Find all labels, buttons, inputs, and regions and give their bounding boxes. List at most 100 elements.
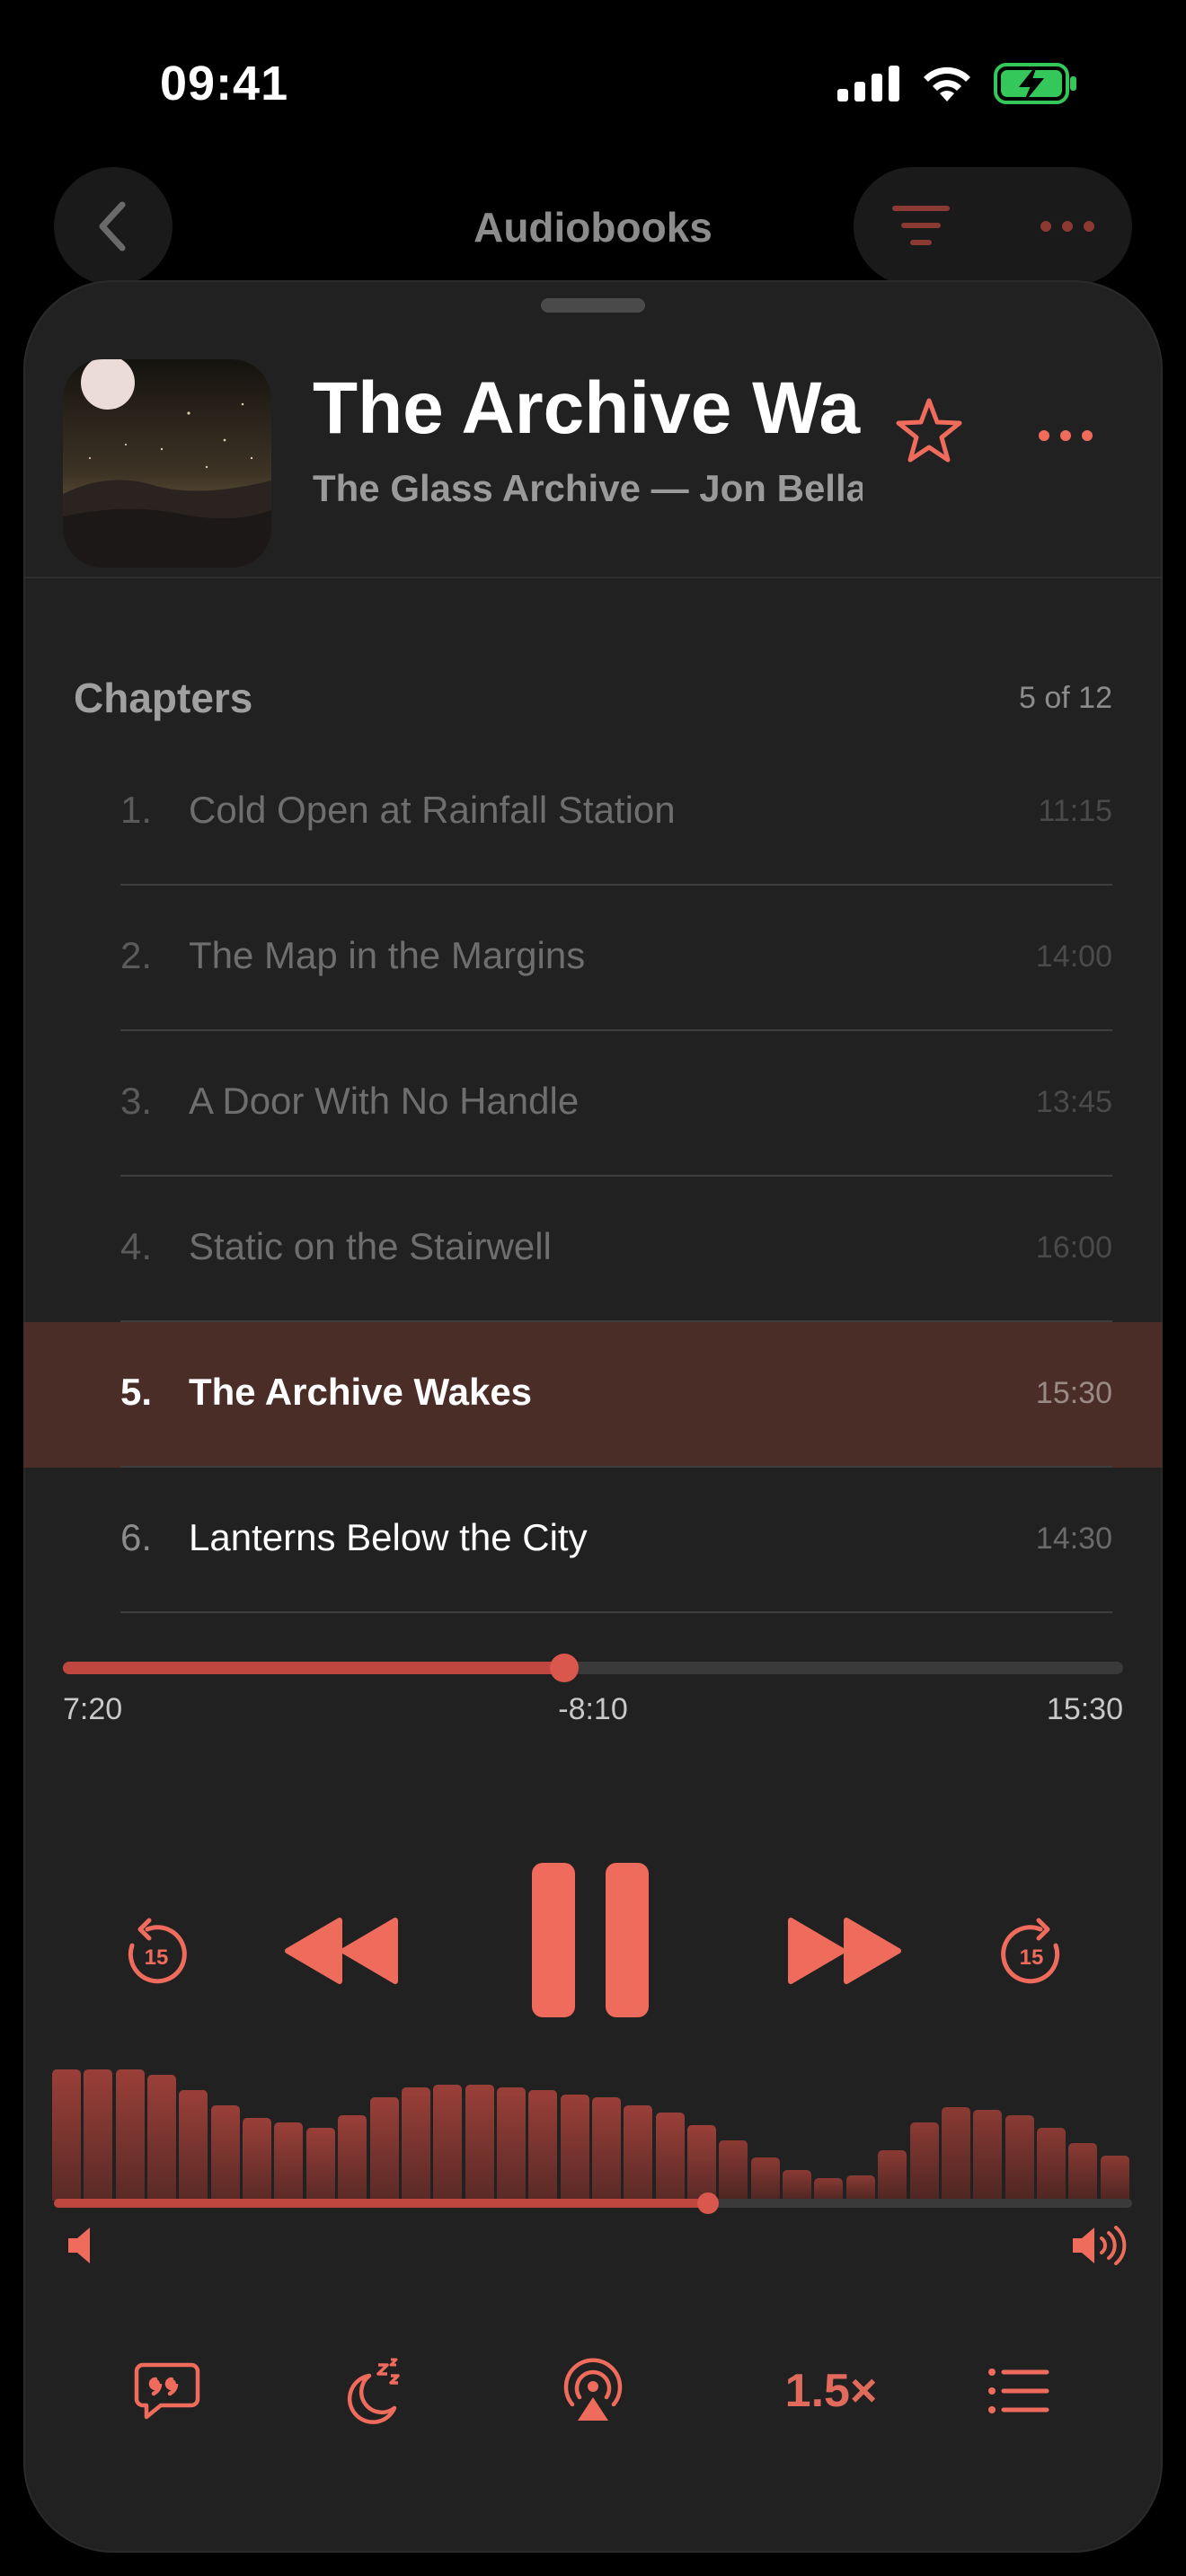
chapter-duration: 15:30 (1035, 1376, 1112, 1410)
now-playing-sheet: The Archive Wakes The Glass Archive — Jo… (23, 280, 1163, 2553)
chapter-duration: 14:30 (1035, 1522, 1112, 1556)
waveform-bar (274, 2122, 304, 2201)
star-icon[interactable] (895, 397, 963, 463)
waveform-bar (115, 2069, 145, 2201)
waveform-bar (719, 2139, 748, 2201)
skip-back-15-icon: 15 (128, 1918, 187, 1984)
airplay-button[interactable] (548, 2346, 638, 2436)
waveform-bar (941, 2107, 970, 2201)
cellular-icon (837, 66, 899, 101)
waveform-bar (592, 2097, 621, 2201)
fast-forward-icon (788, 1918, 901, 1984)
battery-charging-icon (994, 63, 1076, 104)
book-title: The Archive Wakes (313, 367, 863, 449)
volume-slider[interactable] (54, 2192, 1132, 2214)
waveform-bar (783, 2170, 812, 2201)
transport-controls: 15 15 (23, 1861, 1163, 2041)
nav-actions (854, 167, 1132, 286)
chapter-number: 1. (120, 789, 153, 831)
chapter-row[interactable]: 4. Static on the Stairwell 16:00 (23, 1177, 1163, 1322)
waveform-bar (624, 2104, 653, 2201)
sleep-timer-button[interactable] (329, 2346, 419, 2436)
waveform-bar (210, 2104, 240, 2201)
chapters-count: 5 of 12 (1019, 681, 1112, 715)
waveform-bar (845, 2175, 875, 2201)
sleep-timer-icon (347, 2358, 400, 2424)
wifi-icon (924, 66, 970, 101)
waveform-bar (528, 2089, 558, 2201)
skip-back-15-button[interactable]: 15 (124, 1915, 189, 1991)
chapter-duration: 11:15 (1038, 794, 1112, 828)
playback-speed-button[interactable]: 1.5× (773, 2346, 890, 2436)
waveform-bar (305, 2127, 335, 2201)
waveform-bar (878, 2150, 907, 2201)
waveform-bar (687, 2125, 717, 2201)
time-remaining: -8:10 (558, 1692, 628, 1726)
waveform-bar (147, 2075, 177, 2201)
waveform-bar (369, 2097, 399, 2201)
chapter-title: The Archive Wakes (189, 1371, 533, 1413)
volume-fill (54, 2199, 709, 2208)
status-bar: 09:41 (0, 0, 1186, 171)
volume-high-icon (1073, 2226, 1127, 2265)
skip-forward-label: 15 (1020, 1945, 1044, 1970)
waveform-bar (496, 2087, 526, 2201)
chapter-row[interactable]: 3. A Door With No Handle 13:45 (23, 1031, 1163, 1177)
waveform-bar (401, 2087, 430, 2201)
volume-waveform (52, 2066, 1132, 2201)
waveform-bar (973, 2110, 1003, 2201)
chapter-list: 1. Cold Open at Rainfall Station 11:15 2… (23, 740, 1163, 1613)
pause-button[interactable] (530, 1861, 651, 2024)
waveform-bar (179, 2089, 208, 2201)
waveform-bar (814, 2177, 844, 2201)
cover-art (63, 359, 271, 568)
chapters-heading: Chapters (74, 675, 253, 721)
status-time: 09:41 (160, 57, 289, 110)
divider (120, 1611, 1112, 1613)
chapter-row[interactable]: 6. Lanterns Below the City 14:30 (23, 1468, 1163, 1613)
progress-knob[interactable] (550, 1654, 580, 1682)
waveform-bar (750, 2157, 780, 2201)
waveform-bar (909, 2122, 939, 2201)
now-playing-header: The Archive Wakes The Glass Archive — Jo… (23, 280, 1163, 578)
chapter-number: 6. (120, 1516, 153, 1558)
lyrics-button[interactable] (122, 2346, 212, 2436)
chapter-title: The Map in the Margins (189, 934, 586, 976)
waveform-bar (84, 2069, 113, 2201)
waveform-bar (243, 2117, 272, 2201)
progress-scrubber[interactable] (63, 1654, 1123, 1682)
time-total: 15:30 (1046, 1692, 1123, 1726)
lyrics-quote-icon (134, 2362, 200, 2420)
chapter-list-icon (988, 2369, 1049, 2413)
waveform-bar (1068, 2142, 1098, 2201)
waveform-bar (433, 2085, 463, 2201)
volume-low-icon (68, 2228, 90, 2263)
ellipsis-icon[interactable] (1037, 428, 1094, 443)
chapter-row-current[interactable]: 5. The Archive Wakes 15:30 (23, 1322, 1163, 1468)
waveform-bar (655, 2113, 685, 2201)
waveform-bar (1036, 2127, 1066, 2201)
waveform-bar (1005, 2114, 1034, 2201)
chapter-list-button[interactable] (974, 2346, 1064, 2436)
airplay-icon (563, 2358, 623, 2421)
progress-fill (63, 1662, 565, 1674)
waveform-bar (465, 2085, 494, 2201)
rewind-icon (285, 1918, 398, 1984)
status-icons (837, 63, 1078, 104)
ellipsis-icon[interactable] (1039, 219, 1096, 234)
fast-forward-button[interactable] (787, 1913, 902, 1993)
waveform-bar (338, 2114, 367, 2201)
chapter-title: Lanterns Below the City (189, 1516, 588, 1558)
chapter-number: 5. (120, 1371, 153, 1413)
pause-icon (532, 1863, 649, 2017)
volume-knob[interactable] (697, 2192, 720, 2214)
skip-forward-15-button[interactable]: 15 (999, 1915, 1064, 1991)
rewind-button[interactable] (284, 1913, 399, 1993)
skip-forward-15-icon: 15 (1001, 1918, 1060, 1984)
chapter-number: 4. (120, 1225, 153, 1267)
chapter-duration: 14:00 (1035, 940, 1112, 974)
chapter-row[interactable]: 1. Cold Open at Rainfall Station 11:15 (23, 740, 1163, 886)
filter-icon[interactable] (891, 203, 951, 248)
skip-back-label: 15 (145, 1945, 169, 1970)
chapter-row[interactable]: 2. The Map in the Margins 14:00 (23, 886, 1163, 1031)
